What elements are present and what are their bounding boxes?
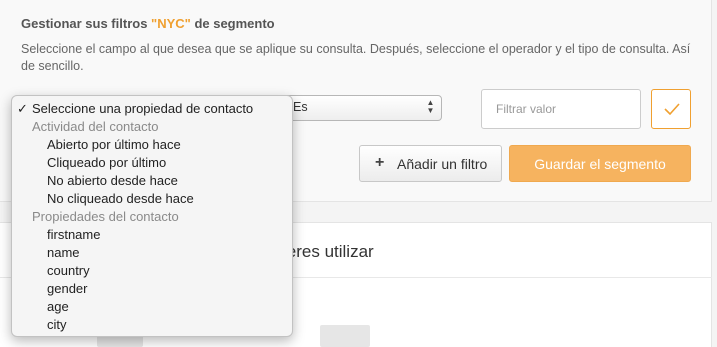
dropdown-option[interactable]: No abierto desde hace	[47, 173, 178, 189]
dropdown-option[interactable]: age	[47, 299, 69, 315]
add-filter-label: Añadir un filtro	[397, 156, 488, 172]
plus-icon: +	[375, 154, 385, 171]
dropdown-option[interactable]: Cliqueado por último	[47, 155, 166, 171]
document-icon	[320, 325, 370, 347]
filter-value-input[interactable]	[481, 89, 641, 129]
select-arrows-icon: ▲ ▼	[426, 98, 435, 115]
segment-name: "NYC"	[151, 16, 191, 31]
bottom-heading: ieres utilizar	[283, 242, 374, 261]
checkmark-icon	[664, 103, 680, 115]
segment-filter-page: Gestionar sus filtros "NYC" de segmento …	[0, 0, 717, 347]
dropdown-option[interactable]: name	[47, 245, 80, 261]
selected-option-label: Seleccione una propiedad de contacto	[32, 101, 254, 116]
dropdown-option[interactable]: city	[47, 317, 67, 333]
panel-title: Gestionar sus filtros "NYC" de segmento	[21, 16, 275, 31]
contact-property-dropdown[interactable]: ✓ Seleccione una propiedad de contacto Ac…	[11, 95, 293, 337]
title-suffix: de segmento	[190, 16, 275, 31]
dropdown-option[interactable]: Abierto por último hace	[47, 137, 181, 153]
panel-description: Seleccione el campo al que desea que se …	[21, 42, 691, 73]
dropdown-selected-option[interactable]: ✓ Seleccione una propiedad de contacto	[17, 101, 253, 117]
confirm-filter-button[interactable]	[651, 89, 691, 129]
title-prefix: Gestionar sus filtros	[21, 16, 152, 31]
dropdown-option[interactable]: gender	[47, 281, 87, 297]
dropdown-option[interactable]: country	[47, 263, 90, 279]
save-segment-button[interactable]: Guardar el segmento	[509, 145, 691, 182]
dropdown-option[interactable]: No cliqueado desde hace	[47, 191, 194, 207]
operator-select[interactable]: Es ▲ ▼	[270, 95, 442, 121]
dropdown-option[interactable]: firstname	[47, 227, 100, 243]
check-icon: ✓	[17, 101, 28, 116]
dropdown-group-label: Actividad del contacto	[32, 119, 159, 134]
dropdown-group-label: Propiedades del contacto	[32, 209, 179, 224]
add-filter-button[interactable]: + Añadir un filtro	[359, 145, 502, 182]
operator-value: Es	[293, 100, 308, 114]
save-segment-label: Guardar el segmento	[534, 156, 666, 172]
